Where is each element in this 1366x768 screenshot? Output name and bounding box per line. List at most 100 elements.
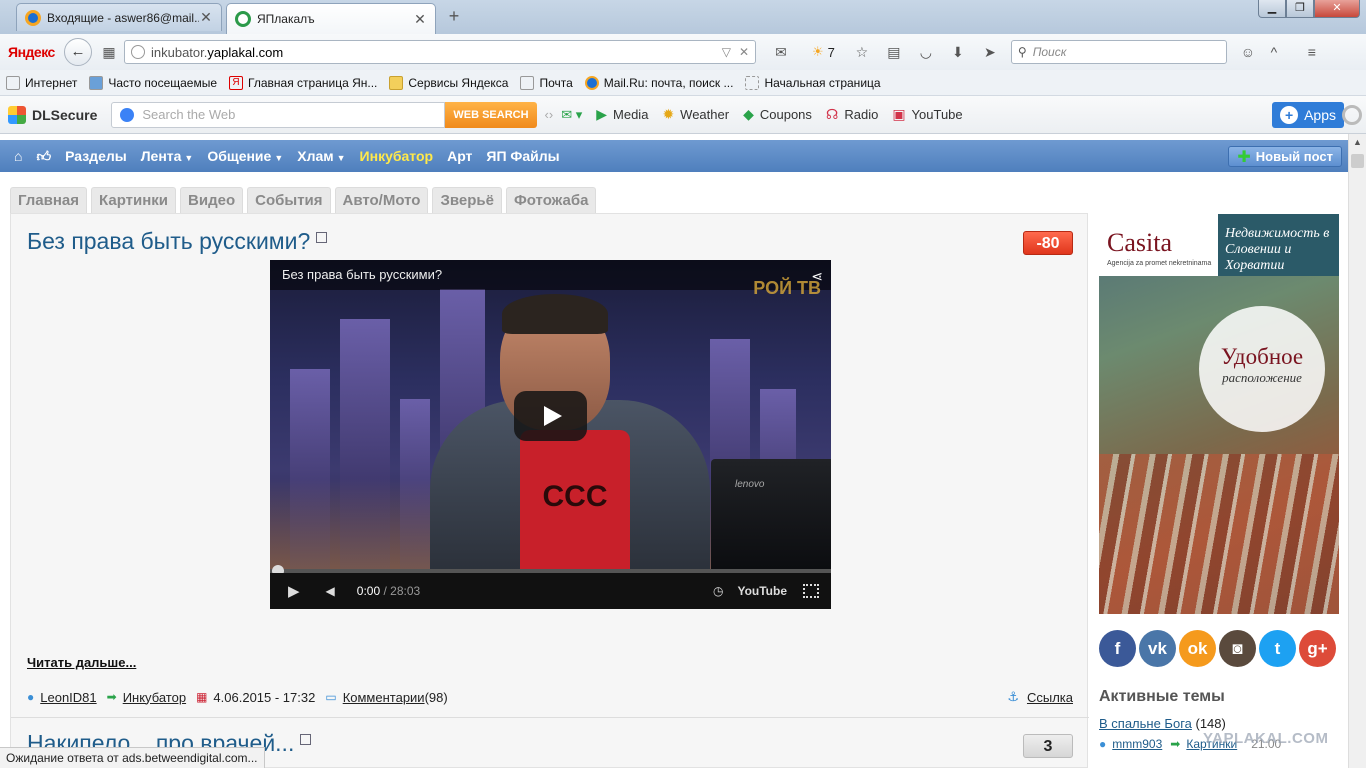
read-more-link[interactable]: Читать дальше... (27, 655, 136, 670)
web-search-button[interactable]: WEB SEARCH (445, 101, 537, 128)
toolbar-media[interactable]: ▶ Media (596, 106, 648, 123)
video-player[interactable]: ССС lenovo Без права быть русскими? ⋖ РО… (270, 260, 831, 609)
send-icon[interactable]: ➤ (979, 41, 1001, 63)
bookmark-internet[interactable]: Интернет (6, 75, 77, 90)
toolbar-radio[interactable]: ☊ Radio (826, 106, 878, 123)
address-bar[interactable]: inkubator.yaplakal.com ▽ ✕ (124, 40, 756, 64)
url-text[interactable]: inkubator.yaplakal.com (151, 45, 714, 60)
tab-mail[interactable]: Входящие - aswer86@mail... ✕ (16, 3, 222, 31)
search-input[interactable]: ⚲ Поиск (1010, 40, 1227, 64)
watch-later-icon[interactable]: ◷ (713, 584, 723, 598)
permalink[interactable]: Ссылка (1027, 690, 1073, 705)
comments-link[interactable]: Комментарии (343, 690, 425, 705)
category-events[interactable]: События (247, 187, 331, 213)
web-search-input[interactable]: Search the Web (111, 101, 446, 128)
active-topics-heading: Активные темы (1099, 688, 1225, 705)
instagram-icon[interactable]: ◙ (1219, 630, 1256, 667)
maximize-button[interactable]: ❐ (1286, 0, 1314, 18)
google-plus-icon[interactable]: g+ (1299, 630, 1336, 667)
bookmark-mailru[interactable]: Mail.Ru: почта, поиск ... (584, 75, 733, 90)
bookmark-most-visited[interactable]: Часто посещаемые (89, 75, 217, 90)
category-photoshop[interactable]: Фотожаба (505, 187, 597, 213)
stop-loading-icon[interactable]: ✕ (739, 45, 749, 59)
bookmark-yandex-home[interactable]: Я Главная страница Ян... (229, 75, 377, 90)
volume-icon[interactable]: ◀ (326, 584, 335, 598)
external-window-icon[interactable] (316, 232, 328, 243)
toolbar-weather[interactable]: ✹ Weather (662, 106, 729, 123)
nav-junk[interactable]: Хлам ▼ (297, 148, 345, 164)
sidebar-advertisement[interactable]: Casita Agencija za promet nekretninama Н… (1099, 214, 1339, 614)
new-post-button[interactable]: ✚ Новый пост (1228, 146, 1342, 167)
chat-icon[interactable]: ☺ (1237, 41, 1259, 63)
gear-icon[interactable] (1342, 105, 1362, 125)
topic-user-link[interactable]: mmm903 (1112, 737, 1162, 751)
vertical-scrollbar[interactable]: ▲ (1348, 134, 1366, 768)
bookmark-start-page[interactable]: Начальная страница (745, 75, 881, 90)
tab-yaplakal[interactable]: ЯПлакалъ ✕ (226, 3, 436, 34)
weather-widget[interactable]: ☀ 7 (812, 44, 835, 60)
category-video[interactable]: Видео (180, 187, 244, 213)
scroll-thumb[interactable] (1351, 154, 1364, 168)
tabs-overview-icon[interactable]: ▦ (98, 41, 120, 63)
external-window-icon[interactable] (300, 734, 312, 745)
reading-list-icon[interactable]: ▤ (883, 41, 905, 63)
post-title[interactable]: Без права быть русскими? (27, 228, 328, 255)
category-animals[interactable]: Зверьё (432, 187, 502, 213)
vk-icon[interactable]: vk (1139, 630, 1176, 667)
nav-talk[interactable]: Общение ▼ (207, 148, 283, 164)
nav-sections[interactable]: Разделы (65, 148, 127, 164)
section-link[interactable]: Инкубатор (123, 690, 186, 705)
search-icon (120, 107, 135, 122)
new-tab-button[interactable]: + (444, 6, 464, 26)
category-auto-moto[interactable]: Авто/Мото (334, 187, 429, 213)
apps-button[interactable]: + Apps (1272, 102, 1344, 128)
menu-icon[interactable]: ≡ (1301, 41, 1323, 63)
pocket-icon[interactable]: ◡ (915, 41, 937, 63)
active-topic-link[interactable]: В спальне Бога (1099, 716, 1192, 731)
bookmark-yandex-services[interactable]: Сервисы Яндекса (389, 75, 508, 90)
yandex-logo[interactable]: Яндекс (8, 44, 56, 60)
bookmark-mail[interactable]: Почта (520, 75, 573, 90)
home-icon[interactable]: ⌂ (14, 148, 22, 164)
sun-icon: ✹ (662, 106, 675, 122)
toolbar-youtube[interactable]: ▣ YouTube (892, 106, 962, 123)
twitter-icon[interactable]: t (1259, 630, 1296, 667)
minimize-button[interactable]: ▁ (1258, 0, 1286, 18)
toolbar-coupons[interactable]: ◆ Coupons (743, 106, 812, 123)
scroll-up-icon[interactable]: ▲ (1349, 134, 1366, 150)
facebook-icon[interactable]: f (1099, 630, 1136, 667)
youtube-logo[interactable]: YouTube (737, 584, 787, 598)
category-main[interactable]: Главная (10, 187, 88, 213)
close-window-button[interactable]: ✕ (1314, 0, 1360, 18)
odnoklassniki-icon[interactable]: ok (1179, 630, 1216, 667)
channel-watermark: РОЙ ТВ (753, 278, 821, 298)
nav-art[interactable]: Арт (447, 148, 472, 164)
laptop-shape: lenovo (711, 459, 831, 569)
category-pictures[interactable]: Картинки (91, 187, 177, 213)
chevron-up-icon[interactable]: ^ (1263, 41, 1285, 63)
fullscreen-icon[interactable] (803, 584, 819, 598)
mail-icon[interactable]: ✉ ▾ (561, 107, 582, 123)
nav-incubator[interactable]: Инкубатор (360, 148, 434, 164)
bookmarks-bar: Интернет Часто посещаемые Я Главная стран… (0, 70, 1366, 96)
post-rating[interactable]: 3 (1023, 734, 1073, 758)
post-rating[interactable]: -80 (1023, 231, 1073, 255)
nav-feed[interactable]: Лента ▼ (141, 148, 194, 164)
mail-notifier-icon[interactable]: ✉ (770, 41, 792, 63)
dropdown-arrow-icon[interactable]: ▽ (722, 45, 731, 59)
author-link[interactable]: LeonID81 (40, 690, 96, 705)
nav-files[interactable]: ЯП Файлы (486, 148, 559, 164)
thumbs-up-icon[interactable]: 👍︎ (36, 148, 51, 165)
code-icon[interactable]: ‹› (545, 107, 554, 122)
video-title[interactable]: Без права быть русскими? (270, 260, 831, 290)
window-controls: ▁ ❐ ✕ (1258, 0, 1360, 18)
video-controls: ▶ ◀ 0:00 / 28:03 ◷ YouTube (270, 573, 831, 609)
play-button[interactable] (514, 391, 587, 441)
close-tab-icon[interactable]: ✕ (199, 9, 213, 26)
star-bookmark-icon[interactable]: ☆ (851, 41, 873, 63)
back-button[interactable]: ← (64, 38, 92, 66)
play-icon[interactable]: ▶ (288, 582, 300, 600)
dlsecure-logo[interactable]: DLSecure (8, 105, 97, 124)
download-icon[interactable]: ⬇ (947, 41, 969, 63)
close-tab-icon[interactable]: ✕ (413, 11, 427, 28)
